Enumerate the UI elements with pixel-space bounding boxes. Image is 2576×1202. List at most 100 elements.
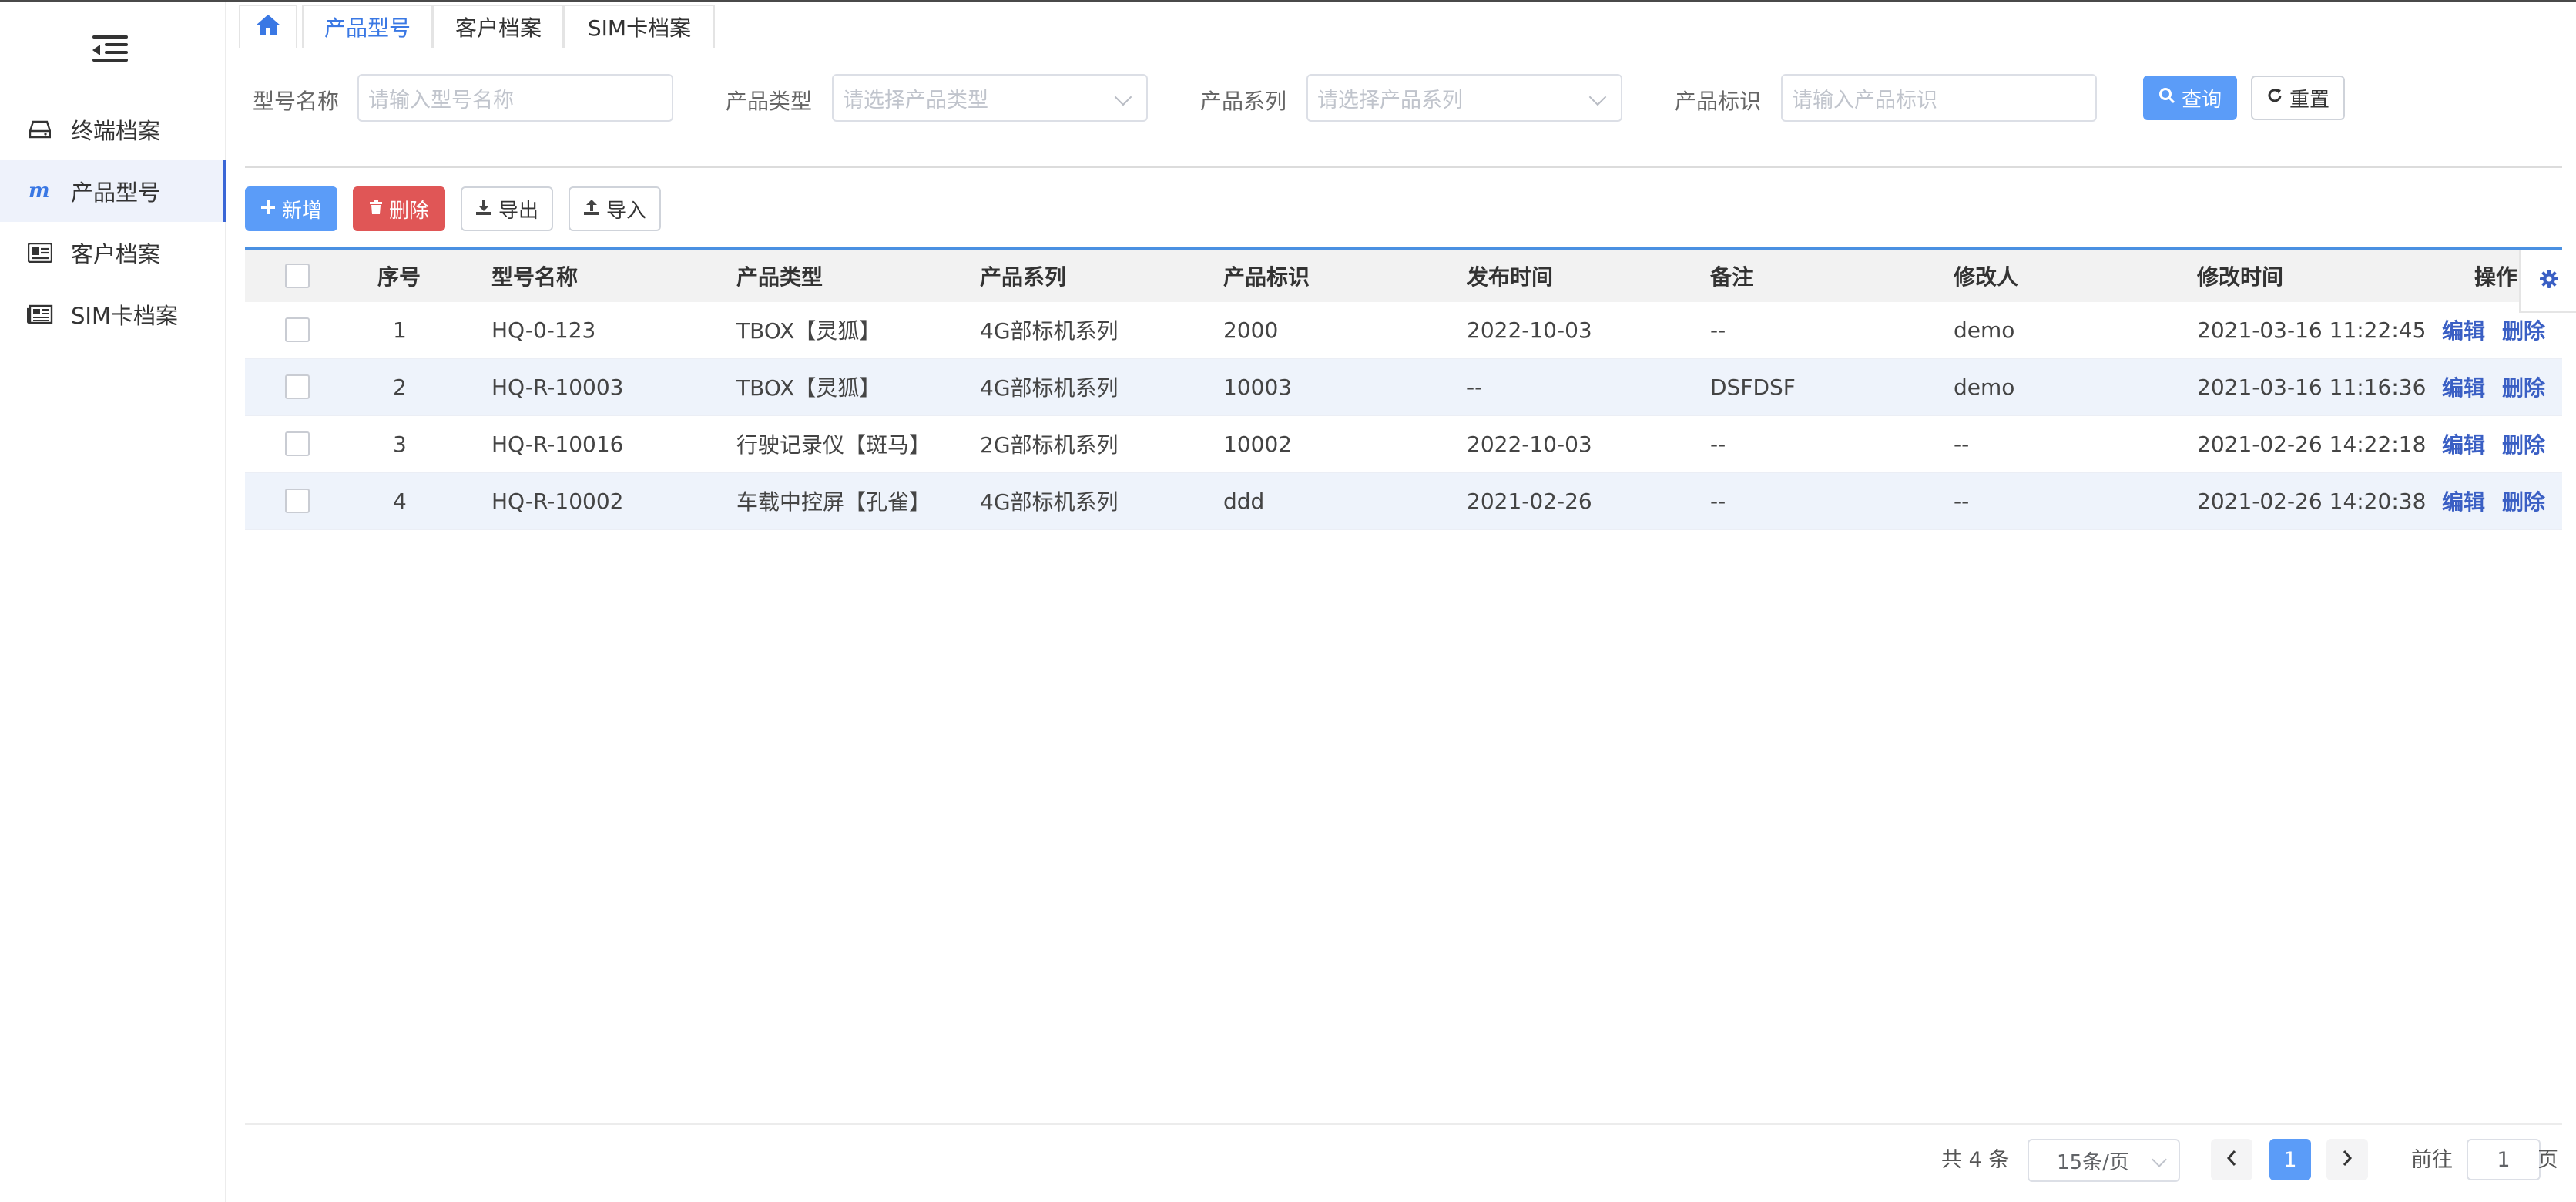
search-icon [2158, 86, 2175, 109]
column-header: 型号名称 [491, 264, 579, 290]
cell-remark: DSFDSF [1710, 374, 1796, 400]
prev-page-button[interactable] [2211, 1139, 2252, 1180]
row-checkbox[interactable] [285, 374, 310, 399]
cell-modified-time: 2021-03-16 11:22:45 [2197, 317, 2427, 343]
home-icon [254, 13, 282, 42]
button-label: 重置 [2289, 88, 2329, 112]
refresh-icon [2266, 86, 2283, 109]
cell-product-series: 4G部标机系列 [980, 489, 1119, 515]
column-header: 序号 [377, 264, 421, 290]
table-row[interactable]: 3 HQ-R-10016 行驶记录仪【斑马】 2G部标机系列 10002 202… [245, 416, 2562, 473]
edit-link[interactable]: 编辑 [2442, 359, 2485, 415]
sidebar-item-terminal[interactable]: 终端档案 [0, 99, 225, 160]
import-button[interactable]: 导入 [569, 186, 661, 231]
placeholder: 请选择产品系列 [1317, 88, 1463, 112]
cell-modifier: -- [1954, 431, 1970, 457]
page-size-select[interactable]: 15条/页 [2028, 1139, 2180, 1182]
sidebar-item-label: 产品型号 [71, 180, 161, 206]
row-checkbox[interactable] [285, 431, 310, 456]
cell-remark: -- [1710, 431, 1726, 457]
cell-model-name: HQ-R-10016 [491, 431, 624, 457]
chevron-down-icon [1588, 88, 1607, 106]
tab-label: 客户档案 [454, 15, 542, 41]
reset-button[interactable]: 重置 [2251, 76, 2345, 120]
cell-modified-time: 2021-03-16 11:16:36 [2197, 374, 2427, 400]
gear-icon [2539, 269, 2559, 292]
product-series-select[interactable]: 请选择产品系列 [1306, 74, 1622, 122]
tab-label: SIM卡档案 [587, 15, 692, 41]
cell-product-type: 车载中控屏【孔雀】 [736, 489, 931, 515]
svg-text:m: m [29, 182, 50, 200]
table-row[interactable]: 1 HQ-0-123 TBOX【灵狐】 4G部标机系列 2000 2022-10… [245, 302, 2562, 359]
tab-sim[interactable]: SIM卡档案 [564, 5, 715, 48]
hard-drive-icon [26, 118, 54, 141]
divider [245, 166, 2562, 168]
id-card-icon [26, 241, 54, 264]
cell-model-name: HQ-R-10003 [491, 374, 624, 400]
row-checkbox[interactable] [285, 489, 310, 513]
column-header: 备注 [1710, 264, 1754, 290]
sidebar-item-customer[interactable]: 客户档案 [0, 222, 225, 284]
row-checkbox[interactable] [285, 317, 310, 342]
delete-link[interactable]: 删除 [2502, 416, 2545, 472]
goto-suffix: 页 [2537, 1148, 2558, 1172]
sidebar-item-product-model[interactable]: m 产品型号 [0, 160, 226, 222]
button-label: 导入 [605, 199, 646, 223]
table-row[interactable]: 2 HQ-R-10003 TBOX【灵狐】 4G部标机系列 10003 -- D… [245, 359, 2562, 416]
button-label: 删除 [388, 199, 429, 223]
model-name-label: 型号名称 [253, 89, 340, 114]
cell-release-date: 2022-10-03 [1467, 431, 1592, 457]
cell-product-series: 4G部标机系列 [980, 318, 1119, 344]
sidebar-item-label: 客户档案 [71, 241, 161, 267]
button-label: 查询 [2181, 88, 2222, 112]
cell-modified-time: 2021-02-26 14:22:18 [2197, 431, 2427, 457]
product-id-label: 产品标识 [1675, 89, 1762, 114]
cell-index: 3 [393, 431, 407, 457]
edit-link[interactable]: 编辑 [2442, 473, 2485, 529]
sidebar: 终端档案 m 产品型号 客户档案 SIM卡档案 [0, 2, 226, 1202]
goto-page-input[interactable]: 1 [2467, 1139, 2541, 1180]
delete-button[interactable]: 删除 [353, 186, 445, 231]
sidebar-item-sim[interactable]: SIM卡档案 [0, 284, 225, 345]
delete-link[interactable]: 删除 [2502, 359, 2545, 415]
sidebar-item-label: SIM卡档案 [71, 303, 178, 329]
cell-product-id: 2000 [1223, 317, 1279, 343]
chevron-left-icon [2225, 1150, 2238, 1170]
column-settings-button[interactable] [2519, 250, 2576, 313]
edit-link[interactable]: 编辑 [2442, 302, 2485, 358]
plus-icon [260, 197, 276, 220]
product-id-input[interactable]: 请输入产品标识 [1781, 74, 2097, 122]
product-series-label: 产品系列 [1200, 89, 1287, 114]
table-row[interactable]: 4 HQ-R-10002 车载中控屏【孔雀】 4G部标机系列 ddd 2021-… [245, 473, 2562, 530]
active-indicator [223, 160, 226, 222]
page-number-current[interactable]: 1 [2269, 1139, 2311, 1180]
cell-release-date: 2022-10-03 [1467, 317, 1592, 343]
export-button[interactable]: 导出 [461, 186, 553, 231]
column-header: 修改人 [1954, 264, 2019, 290]
query-button[interactable]: 查询 [2143, 76, 2237, 120]
cell-modified-time: 2021-02-26 14:20:38 [2197, 488, 2427, 514]
cell-product-series: 2G部标机系列 [980, 432, 1119, 458]
edit-link[interactable]: 编辑 [2442, 416, 2485, 472]
next-page-button[interactable] [2326, 1139, 2368, 1180]
table-header: 序号 型号名称 产品类型 产品系列 产品标识 发布时间 备注 修改人 修改时间 … [245, 247, 2562, 302]
menu-collapse-icon[interactable] [92, 35, 128, 63]
tab-home[interactable] [239, 5, 297, 48]
chevron-down-icon [2152, 1152, 2167, 1167]
column-header: 发布时间 [1467, 264, 1554, 290]
tab-customer[interactable]: 客户档案 [433, 5, 564, 48]
cell-product-id: ddd [1223, 488, 1265, 514]
newspaper-icon [26, 303, 54, 326]
cell-model-name: HQ-R-10002 [491, 488, 624, 514]
model-name-input[interactable]: 请输入型号名称 [357, 74, 673, 122]
column-header: 产品标识 [1223, 264, 1310, 290]
delete-link[interactable]: 删除 [2502, 473, 2545, 529]
button-label: 新增 [281, 199, 322, 223]
tab-product-model[interactable]: 产品型号 [302, 5, 433, 48]
product-type-select[interactable]: 请选择产品类型 [832, 74, 1148, 122]
cell-product-type: TBOX【灵狐】 [736, 375, 881, 401]
column-header: 修改时间 [2197, 264, 2284, 290]
add-button[interactable]: 新增 [245, 186, 337, 231]
cell-model-name: HQ-0-123 [491, 317, 596, 343]
select-all-checkbox[interactable] [285, 264, 310, 288]
